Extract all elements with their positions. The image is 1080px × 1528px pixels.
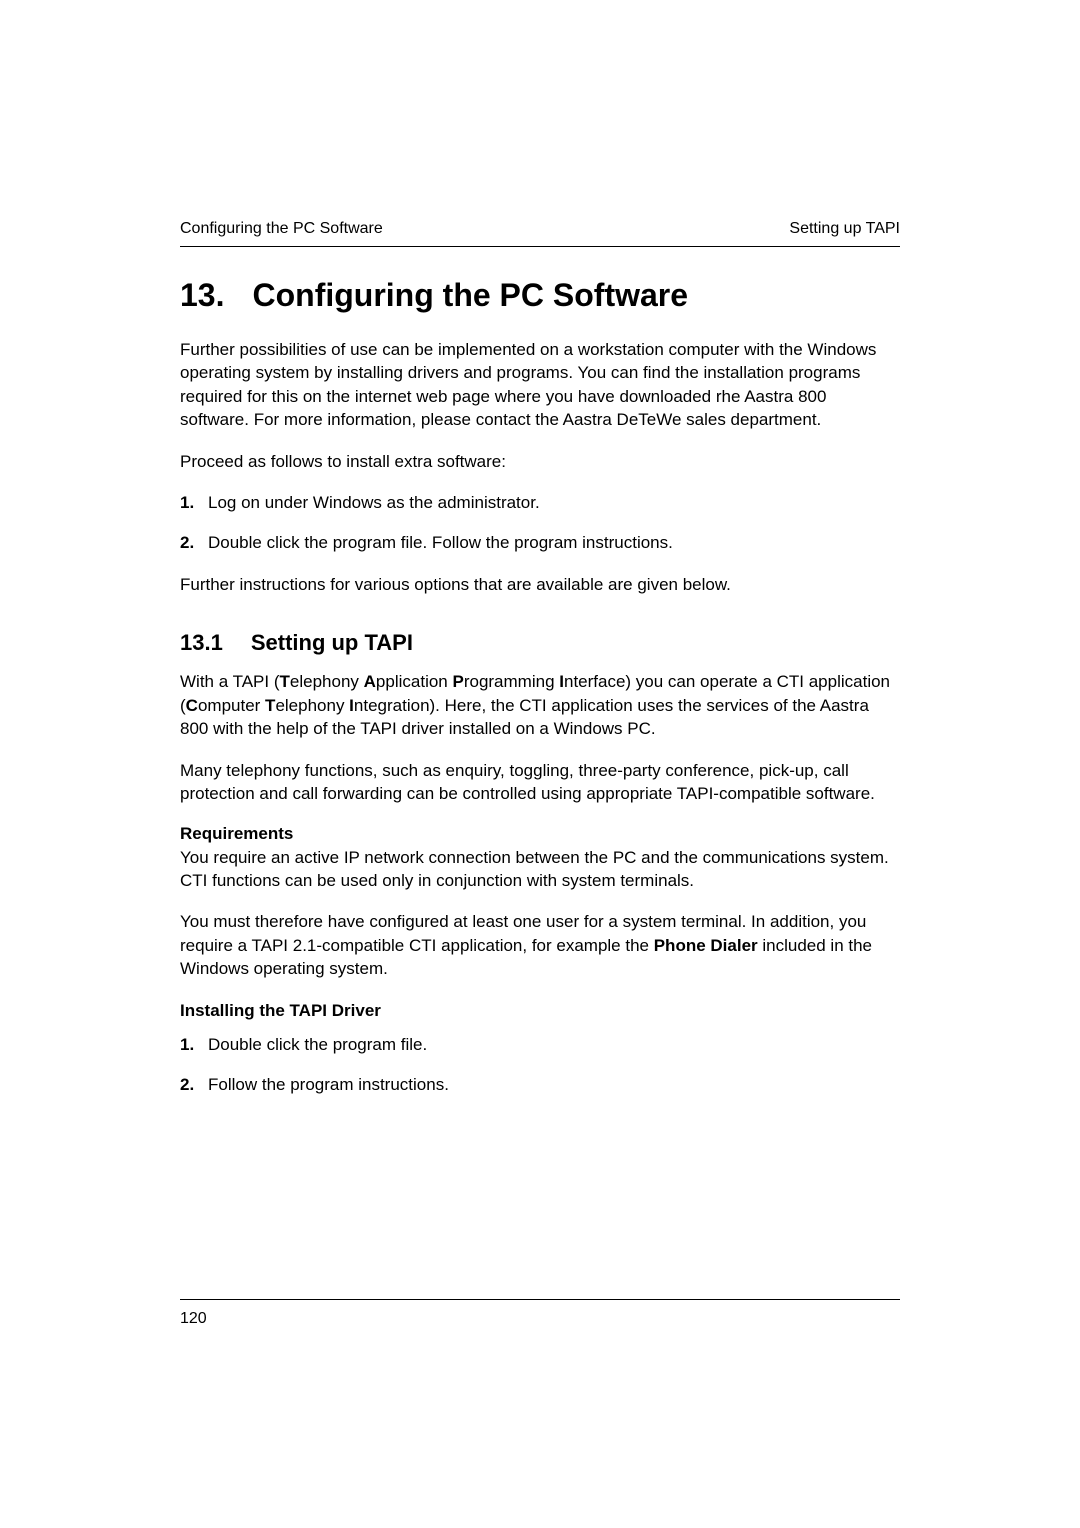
page-footer: 120 — [180, 1299, 900, 1328]
header-right: Setting up TAPI — [789, 220, 900, 238]
section-paragraph-1: With a TAPI (Telephony Application Progr… — [180, 670, 900, 740]
page-number: 120 — [180, 1299, 900, 1328]
chapter-number: 13. — [180, 277, 224, 314]
header-left: Configuring the PC Software — [180, 220, 383, 238]
intro-steps: Log on under Windows as the administrato… — [180, 491, 900, 555]
list-item: Log on under Windows as the administrato… — [180, 491, 900, 515]
installing-heading: Installing the TAPI Driver — [180, 1001, 900, 1021]
requirements-heading: Requirements — [180, 824, 900, 844]
install-steps: Double click the program file. Follow th… — [180, 1033, 900, 1097]
chapter-title: Configuring the PC Software — [252, 277, 688, 314]
list-item: Follow the program instructions. — [180, 1073, 900, 1097]
document-page: Configuring the PC Software Setting up T… — [0, 0, 1080, 1528]
requirements-paragraph-2: You must therefore have configured at le… — [180, 910, 900, 980]
running-header: Configuring the PC Software Setting up T… — [180, 220, 900, 247]
section-title: Setting up TAPI — [251, 630, 413, 656]
intro-paragraph-1: Further possibilities of use can be impl… — [180, 338, 900, 432]
list-item: Double click the program file. Follow th… — [180, 531, 900, 555]
list-item: Double click the program file. — [180, 1033, 900, 1057]
chapter-heading: 13. Configuring the PC Software — [180, 277, 900, 314]
intro-paragraph-3: Further instructions for various options… — [180, 573, 900, 596]
section-number: 13.1 — [180, 630, 223, 656]
section-paragraph-2: Many telephony functions, such as enquir… — [180, 759, 900, 806]
section-heading: 13.1 Setting up TAPI — [180, 630, 900, 656]
intro-paragraph-2: Proceed as follows to install extra soft… — [180, 450, 900, 473]
requirements-paragraph-1: You require an active IP network connect… — [180, 846, 900, 893]
